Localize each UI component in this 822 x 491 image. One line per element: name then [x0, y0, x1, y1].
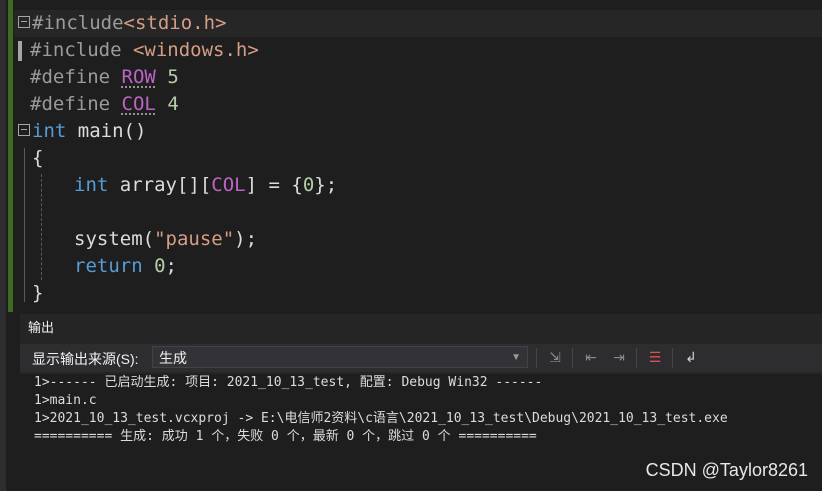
output-line: 1>2021_10_13_test.vcxproj -> E:\电信师2资料\c…: [34, 411, 728, 426]
code-line-2[interactable]: #include <windows.h>: [18, 37, 259, 64]
function-call: system(: [74, 228, 155, 250]
preprocessor-directive: #define: [30, 93, 111, 115]
brace: {: [32, 147, 44, 169]
return-keyword: return: [74, 255, 143, 277]
code-line-11[interactable]: }: [32, 280, 43, 307]
include-header: <stdio.h>: [123, 12, 227, 34]
macro-name: ROW: [121, 66, 156, 88]
code-editor[interactable]: #include<stdio.h> #include <windows.h> #…: [0, 0, 822, 312]
output-line: 1>------ 已启动生成: 项目: 2021_10_13_test, 配置:…: [34, 375, 543, 390]
brace: }: [32, 282, 44, 304]
declaration-end: };: [314, 174, 338, 196]
panel-title: 输出: [28, 320, 55, 335]
indent-guide-line: [41, 174, 42, 280]
number-literal: 0: [142, 255, 166, 277]
code-line-5[interactable]: int main(): [18, 118, 146, 145]
preprocessor-directive: #include: [32, 12, 124, 34]
string-literal: "pause": [154, 228, 235, 250]
code-line-4[interactable]: #define COL 4: [30, 91, 179, 118]
code-line-9[interactable]: system("pause");: [74, 226, 257, 253]
collapse-icon[interactable]: [18, 123, 30, 136]
macro-value: 4: [167, 93, 179, 115]
scope-guide-line: [24, 148, 25, 302]
number-literal: 0: [302, 174, 315, 196]
preprocessor-directive: #define: [30, 66, 111, 88]
output-line: ========== 生成: 成功 1 个，失败 0 个，最新 0 个，跳过 0…: [34, 429, 537, 444]
include-header: <windows.h>: [121, 39, 259, 61]
watermark: CSDN @Taylor8261: [645, 460, 808, 480]
source-label: 显示输出来源(S):: [32, 351, 139, 367]
type-keyword: int: [74, 174, 109, 196]
code-line-7[interactable]: int array[][COL] = {0};: [74, 172, 337, 199]
output-line: 1>main.c: [34, 393, 97, 408]
code-line-6[interactable]: {: [32, 145, 43, 172]
toolbar-separator: [672, 348, 673, 368]
next-message-icon[interactable]: ⇥: [608, 347, 630, 369]
call-end: );: [234, 228, 258, 250]
macro-ref: COL: [211, 174, 246, 196]
code-line-1[interactable]: #include<stdio.h>: [14, 10, 822, 37]
source-selected-value: 生成: [159, 350, 187, 366]
toolbar-separator: [636, 348, 637, 368]
chevron-down-icon: ▼: [511, 352, 521, 363]
preprocessor-directive: #include: [30, 39, 122, 61]
line-marker: [18, 40, 22, 61]
source-dropdown[interactable]: 生成 ▼: [152, 346, 528, 368]
window-left-edge: [0, 0, 6, 491]
declaration-rest: ] = {: [245, 174, 303, 196]
declaration: array[][: [108, 174, 212, 196]
code-line-10[interactable]: return 0;: [74, 253, 177, 280]
previous-message-icon[interactable]: ⇤: [580, 347, 602, 369]
output-toolbar: 显示输出来源(S): 生成 ▼ ⇲ ⇤ ⇥ ☰ ↲: [20, 344, 822, 372]
change-indicator-bar: [8, 0, 13, 312]
macro-name: COL: [121, 93, 156, 115]
clear-all-icon[interactable]: ☰: [644, 347, 666, 369]
function-signature: main(): [66, 120, 147, 142]
toolbar-separator: [536, 348, 537, 368]
statement-end: ;: [165, 255, 177, 277]
macro-value: 5: [167, 66, 179, 88]
type-keyword: int: [32, 120, 67, 142]
word-wrap-icon[interactable]: ↲: [680, 347, 702, 369]
collapse-icon[interactable]: [18, 15, 30, 28]
code-line-3[interactable]: #define ROW 5: [30, 64, 179, 91]
toolbar-separator: [572, 348, 573, 368]
find-message-icon[interactable]: ⇲: [544, 347, 566, 369]
